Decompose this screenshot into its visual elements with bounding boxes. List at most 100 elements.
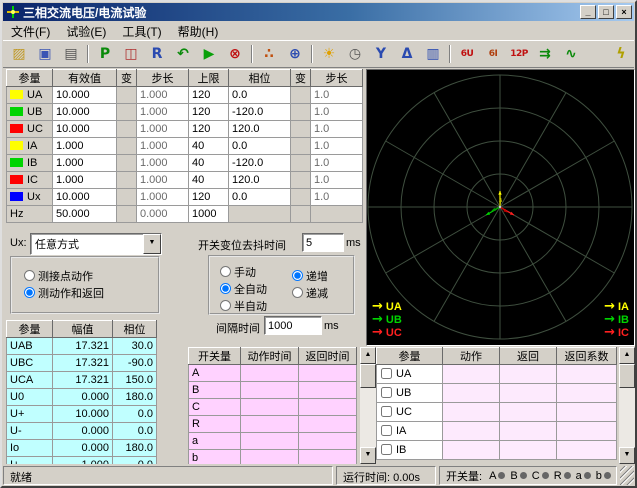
radio-runmode-1[interactable]: 全自动 — [220, 280, 292, 297]
six-u-icon[interactable]: 6U — [455, 43, 479, 65]
vary-cell[interactable] — [291, 138, 311, 155]
value-cell[interactable]: 50.000 — [53, 206, 117, 223]
twelve-p-icon[interactable]: 12P — [507, 43, 531, 65]
phase-step-cell[interactable]: 1.0 — [311, 172, 363, 189]
start-icon[interactable]: ▶ — [197, 43, 221, 65]
radio-input-direction-1[interactable] — [292, 287, 303, 298]
radio-input-runmode-2[interactable] — [220, 300, 231, 311]
value-cell[interactable]: 1.000 — [53, 155, 117, 172]
bars-icon[interactable]: ▥ — [421, 43, 445, 65]
phase-cell[interactable]: 0.0 — [229, 189, 291, 206]
value-cell[interactable]: 10.000 — [53, 189, 117, 206]
wye-icon[interactable]: Y — [369, 43, 393, 65]
radio-direction-0[interactable]: 递增 — [292, 267, 352, 284]
undo-icon[interactable]: ↶ — [171, 43, 195, 65]
value-cell[interactable]: 1.000 — [53, 138, 117, 155]
value-cell[interactable]: 10.000 — [53, 121, 117, 138]
limit-cell[interactable]: 40 — [189, 155, 229, 172]
step-cell[interactable]: 1.000 — [137, 155, 189, 172]
vertical-scrollbar[interactable]: ▲ ▼ — [360, 347, 376, 464]
vary-cell[interactable] — [291, 206, 311, 223]
phase-step-cell[interactable] — [311, 206, 363, 223]
zoom-icon[interactable]: ⊕ — [283, 43, 307, 65]
limit-cell[interactable]: 120 — [189, 189, 229, 206]
step-cell[interactable]: 1.000 — [137, 87, 189, 104]
phase-step-cell[interactable]: 1.0 — [311, 155, 363, 172]
vary-cell[interactable] — [291, 121, 311, 138]
step-cell[interactable]: 1.000 — [137, 121, 189, 138]
vary-cell[interactable] — [117, 189, 137, 206]
phase-cell[interactable]: 0.0 — [229, 87, 291, 104]
vary-cell[interactable] — [291, 155, 311, 172]
value-cell[interactable]: 1.000 — [53, 172, 117, 189]
vary-cell[interactable] — [117, 206, 137, 223]
phase-cell[interactable]: -120.0 — [229, 104, 291, 121]
scroll-down-icon[interactable]: ▼ — [360, 447, 376, 464]
vary-cell[interactable] — [117, 104, 137, 121]
timer-icon[interactable]: ◷ — [343, 43, 367, 65]
reset-icon[interactable]: R — [145, 43, 169, 65]
scroll-thumb[interactable] — [360, 364, 376, 388]
titlebar[interactable]: 三相交流电压/电流试验 _ □ × — [3, 3, 634, 21]
radio-input-contact-1[interactable] — [24, 287, 35, 298]
phase-step-cell[interactable]: 1.0 — [311, 189, 363, 206]
dropdown-arrow-icon[interactable]: ▼ — [143, 234, 161, 254]
p-meter-icon[interactable]: P — [93, 43, 117, 65]
radio-contact-0[interactable]: 测接点动作 — [24, 267, 158, 284]
radio-input-runmode-0[interactable] — [220, 266, 231, 277]
radio-input-contact-0[interactable] — [24, 270, 35, 281]
result-checkbox-UB[interactable] — [381, 387, 392, 398]
limit-cell[interactable]: 120 — [189, 121, 229, 138]
value-cell[interactable]: 10.000 — [53, 87, 117, 104]
radio-input-direction-0[interactable] — [292, 270, 303, 281]
step-cell[interactable]: 1.000 — [137, 104, 189, 121]
six-i-icon[interactable]: 6I — [481, 43, 505, 65]
stop-icon[interactable]: ⊗ — [223, 43, 247, 65]
menu-item-3[interactable]: 帮助(H) — [170, 22, 227, 41]
limit-cell[interactable]: 1000 — [189, 206, 229, 223]
scroll-thumb[interactable] — [619, 364, 635, 388]
radio-direction-1[interactable]: 递减 — [292, 284, 352, 301]
step-cell[interactable]: 1.000 — [137, 138, 189, 155]
open-icon[interactable]: ▨ — [7, 43, 31, 65]
scroll-track[interactable] — [619, 364, 635, 447]
close-button[interactable]: × — [616, 5, 632, 19]
vary-cell[interactable] — [291, 104, 311, 121]
vary-cell[interactable] — [291, 172, 311, 189]
print-icon[interactable]: ▤ — [59, 43, 83, 65]
result-checkbox-IB[interactable] — [381, 444, 392, 455]
menu-item-1[interactable]: 试验(E) — [58, 22, 114, 41]
phase-cell[interactable] — [229, 206, 291, 223]
maximize-button[interactable]: □ — [598, 5, 614, 19]
menu-item-2[interactable]: 工具(T) — [114, 22, 169, 41]
step-cell[interactable]: 1.000 — [137, 172, 189, 189]
vary-cell[interactable] — [291, 189, 311, 206]
limit-cell[interactable]: 120 — [189, 104, 229, 121]
ux-mode-select[interactable]: 任意方式 ▼ — [30, 233, 162, 255]
vertical-scrollbar[interactable]: ▲ ▼ — [619, 347, 635, 464]
phase-cell[interactable]: -120.0 — [229, 155, 291, 172]
save-icon[interactable]: ▣ — [33, 43, 57, 65]
vary-cell[interactable] — [117, 138, 137, 155]
sequence-icon[interactable]: ⇉ — [533, 43, 557, 65]
menu-item-0[interactable]: 文件(F) — [3, 22, 58, 41]
interval-input[interactable] — [264, 316, 322, 335]
resize-grip[interactable] — [620, 466, 634, 485]
wave-icon[interactable]: ∿ — [559, 43, 583, 65]
step-cell[interactable]: 1.000 — [137, 189, 189, 206]
phase-cell[interactable]: 120.0 — [229, 172, 291, 189]
phase-step-cell[interactable]: 1.0 — [311, 87, 363, 104]
radio-input-runmode-1[interactable] — [220, 283, 231, 294]
phase-step-cell[interactable]: 1.0 — [311, 138, 363, 155]
scroll-track[interactable] — [360, 364, 376, 447]
debounce-input[interactable] — [302, 233, 344, 252]
phase-cell[interactable]: 0.0 — [229, 138, 291, 155]
brightness-icon[interactable]: ☀ — [317, 43, 341, 65]
radio-contact-1[interactable]: 测动作和返回 — [24, 284, 158, 301]
result-checkbox-UC[interactable] — [381, 406, 392, 417]
vary-cell[interactable] — [117, 121, 137, 138]
minimize-button[interactable]: _ — [580, 5, 596, 19]
vary-cell[interactable] — [117, 155, 137, 172]
limit-cell[interactable]: 120 — [189, 87, 229, 104]
radio-runmode-0[interactable]: 手动 — [220, 263, 292, 280]
